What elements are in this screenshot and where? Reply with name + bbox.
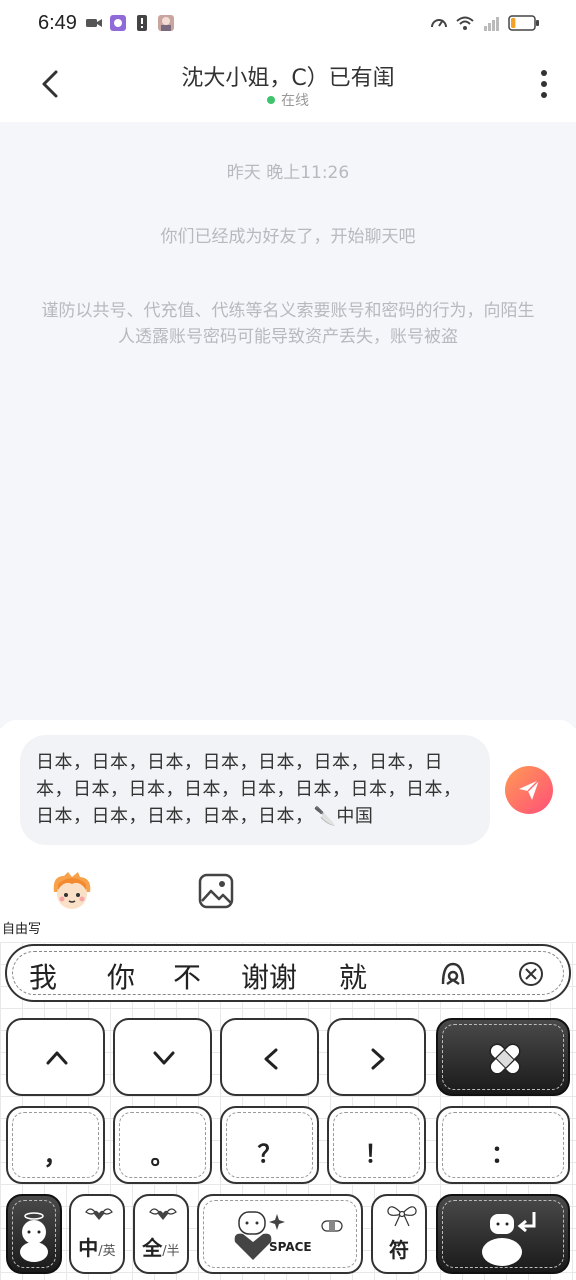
notification-icons xyxy=(85,14,175,32)
close-candidates-icon[interactable] xyxy=(517,960,545,988)
image-icon[interactable] xyxy=(198,873,234,909)
chat-screen: 6:49 沈大小姐，C）已有闺 在线 昨天 晚上11:26 你们已经成为好友了，… xyxy=(0,0,576,1280)
enter-key[interactable] xyxy=(436,1194,570,1274)
en-label: /英 xyxy=(98,1244,116,1259)
colon-key-label: ： xyxy=(491,1140,515,1168)
mascot-icon xyxy=(20,1212,48,1262)
sticker-avatar-icon[interactable] xyxy=(50,870,94,910)
candidate-bar: 我 你 不 谢谢 就 xyxy=(5,944,571,1002)
friend-notice: 你们已经成为好友了，开始聊天吧 xyxy=(160,227,416,247)
system-icons xyxy=(430,14,540,32)
up-arrow-icon xyxy=(46,1051,68,1065)
security-warning: 谨防以共号、代充值、代练等名义索要账号和密码的行为，向陌生人透露账号密码可能导致… xyxy=(41,301,535,347)
online-label: 在线 xyxy=(281,93,309,109)
send-button[interactable] xyxy=(505,766,553,814)
exclamation-key-label: ！ xyxy=(364,1140,389,1168)
full-half-toggle-key[interactable]: 全/半 xyxy=(133,1194,189,1274)
period-key[interactable]: 。 xyxy=(113,1106,212,1184)
video-camera-icon xyxy=(86,19,102,27)
speed-gauge-icon xyxy=(431,19,447,28)
period-key-label: 。 xyxy=(150,1142,175,1170)
paper-plane-icon xyxy=(519,779,540,800)
mascot-enter-icon xyxy=(482,1212,536,1266)
cursor-down-key[interactable] xyxy=(113,1018,212,1096)
zh-en-toggle-key[interactable]: 中/英 xyxy=(69,1194,125,1274)
cursor-left-key[interactable] xyxy=(220,1018,319,1096)
status-time: 6:49 xyxy=(38,12,77,34)
alert-icon xyxy=(137,15,147,31)
space-key[interactable]: SPACE xyxy=(197,1194,363,1274)
chat-header: 沈大小姐，C）已有闺 在线 xyxy=(0,52,576,122)
half-label: /半 xyxy=(162,1244,180,1259)
free-write-label[interactable]: 自由写 xyxy=(2,918,41,937)
message-input-text: 日本，日本，日本，日本，日本，日本，日本，日本，日本，日本，日本，日本，日本，日… xyxy=(36,752,462,827)
cursor-up-key[interactable] xyxy=(6,1018,105,1096)
composer-panel: 日本，日本，日本，日本，日本，日本，日本，日本，日本，日本，日本，日本，日本，日… xyxy=(0,720,576,942)
comma-key-label: ， xyxy=(43,1142,68,1170)
emoji-switch-key[interactable] xyxy=(6,1194,62,1274)
symbol-key-label: 符 xyxy=(389,1238,409,1262)
chat-title: 沈大小姐，C）已有闺 xyxy=(181,66,395,91)
avatar-notification-icon xyxy=(158,15,174,31)
symbol-key[interactable]: 符 xyxy=(371,1194,427,1274)
full-label: 全 xyxy=(142,1236,163,1260)
question-key[interactable]: ？ xyxy=(220,1106,319,1184)
winged-heart-icon xyxy=(149,1208,177,1220)
ime-keyboard: 我 你 不 谢谢 就 ， 。 ？ ！ ： 中/英 全/半 SPACE 符 xyxy=(0,942,576,1280)
comma-key[interactable]: ， xyxy=(6,1106,105,1184)
bandage-small-icon xyxy=(321,1220,343,1232)
cursor-right-key[interactable] xyxy=(327,1018,426,1096)
candidate-word[interactable]: 就 xyxy=(339,956,367,996)
winged-heart-icon xyxy=(85,1208,113,1220)
mascot-heart-icon xyxy=(234,1211,285,1260)
colon-key[interactable]: ： xyxy=(436,1106,570,1184)
exclamation-key[interactable]: ！ xyxy=(327,1106,426,1184)
ime-assistant-icon[interactable] xyxy=(439,960,467,988)
zh-en-key-label: 中/英 xyxy=(71,1232,123,1261)
candidate-word[interactable]: 你 xyxy=(107,956,135,996)
space-key-label: SPACE xyxy=(269,1240,312,1254)
delete-key[interactable] xyxy=(436,1018,570,1096)
wifi-icon xyxy=(456,16,474,30)
question-key-label: ？ xyxy=(257,1140,282,1168)
bandage-delete-icon xyxy=(489,1043,521,1075)
zh-label: 中 xyxy=(78,1236,99,1260)
app-notification-icon xyxy=(110,15,126,31)
message-input[interactable]: 日本，日本，日本，日本，日本，日本，日本，日本，日本，日本，日本，日本，日本，日… xyxy=(20,735,490,845)
candidate-word[interactable]: 我 xyxy=(29,956,57,996)
message-list: 昨天 晚上11:26 你们已经成为好友了，开始聊天吧 谨防以共号、代充值、代练等… xyxy=(0,122,576,728)
status-bar: 6:49 xyxy=(0,0,576,52)
left-arrow-icon xyxy=(264,1048,278,1070)
more-options-icon[interactable] xyxy=(540,68,548,100)
ribbon-bow-icon xyxy=(387,1206,417,1227)
candidate-word[interactable]: 谢谢 xyxy=(241,956,297,996)
full-half-key-label: 全/半 xyxy=(135,1232,187,1261)
signal-icon xyxy=(484,17,499,31)
online-status: 在线 xyxy=(0,90,576,110)
message-timestamp: 昨天 晚上11:26 xyxy=(226,163,350,183)
candidate-word[interactable]: 不 xyxy=(173,956,201,996)
battery-icon xyxy=(508,15,539,31)
down-arrow-icon xyxy=(153,1051,175,1065)
online-dot xyxy=(267,96,275,104)
right-arrow-icon xyxy=(371,1048,385,1070)
